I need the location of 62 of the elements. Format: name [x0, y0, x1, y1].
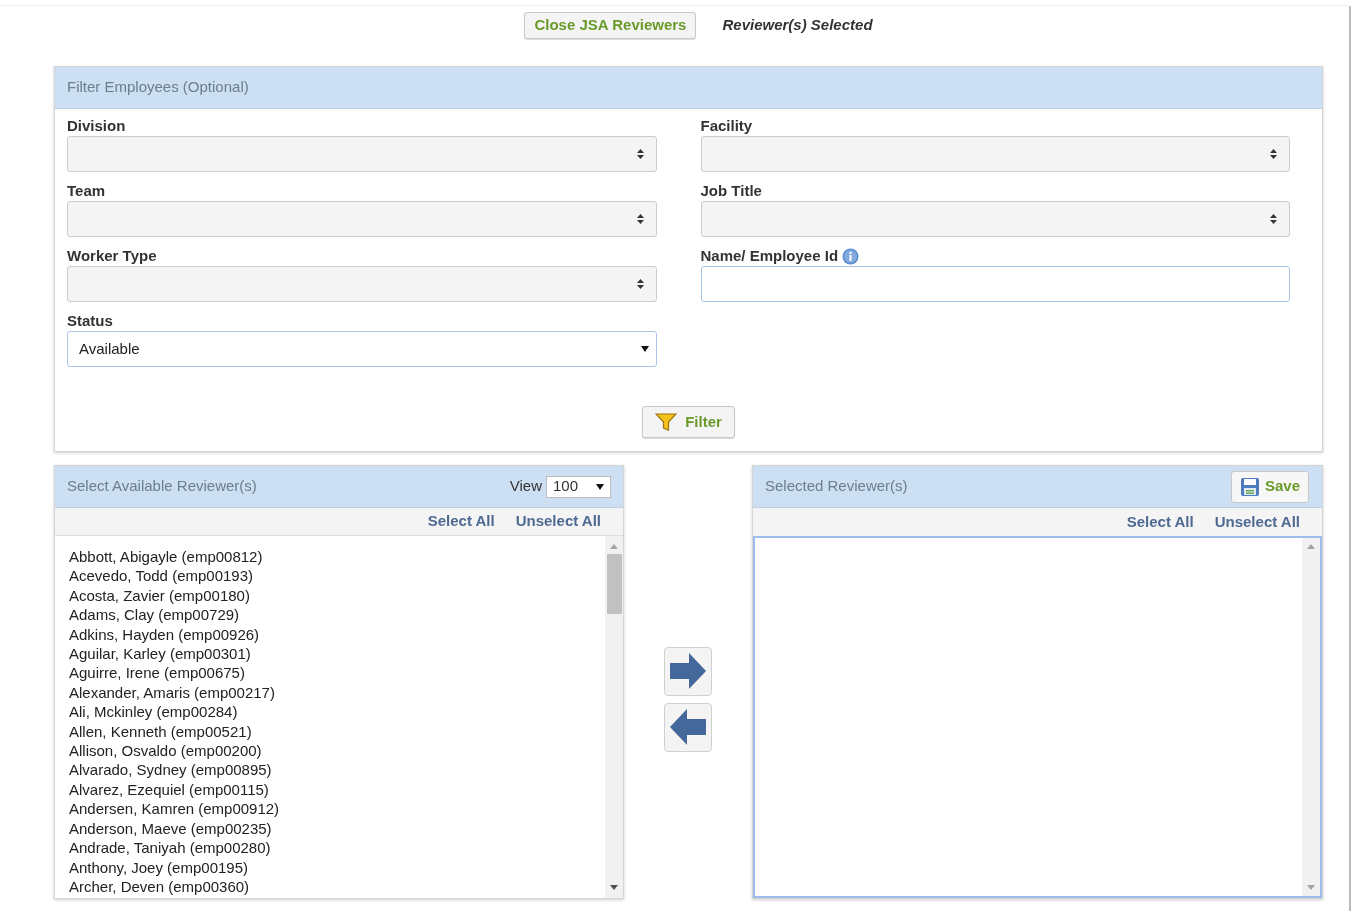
scroll-thumb[interactable] [606, 554, 622, 614]
panel-title: Filter Employees (Optional) [67, 77, 249, 98]
list-item[interactable]: Alexander, Amaris (emp00217) [69, 682, 275, 703]
select-field[interactable]: Available [67, 331, 657, 367]
scrollbar[interactable] [605, 536, 623, 898]
panel-title: Select Available Reviewer(s) [67, 476, 257, 497]
list-item[interactable]: Aguirre, Irene (emp00675) [69, 663, 245, 683]
field-label: Facility [700, 115, 753, 136]
list-item[interactable]: Archer, Deven (emp00360) [69, 876, 250, 897]
left-arrow-icon [669, 708, 707, 746]
list-item[interactable]: Acevedo, Todd (emp00193) [69, 566, 253, 586]
field-label: Worker Type [67, 245, 157, 266]
caret-icon [640, 346, 649, 352]
scrollbar[interactable] [1302, 538, 1320, 896]
right-arrow-icon [669, 652, 707, 690]
select-field[interactable] [67, 201, 657, 237]
unselect-all-link[interactable]: Unselect All [1214, 510, 1300, 534]
view-select[interactable]: 100 [546, 475, 611, 498]
select-field[interactable] [700, 201, 1290, 237]
list-item[interactable]: Alvarado, Sydney (emp00895) [69, 760, 272, 780]
input-field[interactable] [700, 266, 1290, 302]
sort-arrows-icon [1270, 149, 1277, 159]
list-item[interactable]: Andrade, Taniyah (emp00280) [69, 838, 271, 858]
list-item[interactable]: Andersen, Kamren (emp00912) [69, 799, 280, 819]
list-item[interactable]: Alvarez, Ezequiel (emp00115) [69, 779, 269, 800]
field-label: Job Title [700, 180, 762, 201]
select-field[interactable] [67, 266, 657, 302]
select-all-link[interactable]: Select All [427, 510, 495, 533]
list-item[interactable]: Adams, Clay (emp00729) [69, 605, 240, 625]
move-right-button[interactable] [664, 646, 712, 696]
move-left-button[interactable] [664, 702, 712, 752]
list-item[interactable]: Allison, Osvaldo (emp00200) [69, 741, 262, 761]
sort-arrows-icon [636, 214, 644, 224]
scroll-down-icon[interactable] [610, 885, 618, 890]
status-text: Reviewer(s) Selected [722, 14, 873, 35]
selected-list[interactable] [753, 536, 1322, 898]
list-item[interactable]: Ali, Mckinley (emp00284) [69, 702, 238, 722]
field-label: Division [67, 115, 126, 136]
list-item[interactable]: Abbott, Abigayle (emp00812) [69, 547, 263, 567]
field-label: Status [67, 310, 113, 331]
panel-title: Selected Reviewer(s) [765, 476, 909, 497]
list-item[interactable]: Allen, Kenneth (emp00521) [69, 721, 252, 742]
view-label: View [509, 476, 542, 497]
list-item[interactable]: Acosta, Zavier (emp00180) [69, 585, 250, 606]
select-all-link[interactable]: Select All [1126, 510, 1194, 534]
info-icon[interactable] [842, 247, 860, 265]
sort-arrows-icon [636, 149, 644, 159]
field-label: Team [67, 180, 106, 201]
caret-icon [596, 483, 604, 490]
list-item[interactable]: Adkins, Hayden (emp00926) [69, 624, 260, 645]
field-label: Name/ Employee Id [700, 245, 839, 266]
scroll-up-icon[interactable] [1307, 544, 1315, 549]
list-item[interactable]: Anthony, Joey (emp00195) [69, 857, 248, 877]
sort-arrows-icon [636, 279, 644, 289]
unselect-all-link[interactable]: Unselect All [515, 510, 601, 533]
select-field[interactable] [700, 136, 1290, 172]
list-item[interactable]: Anderson, Maeve (emp00235) [69, 818, 272, 839]
sort-arrows-icon [1270, 214, 1277, 224]
select-field[interactable] [67, 136, 657, 172]
list-item[interactable]: Aguilar, Karley (emp00301) [69, 644, 251, 664]
scroll-up-icon[interactable] [610, 544, 618, 549]
funnel-icon [655, 412, 678, 432]
